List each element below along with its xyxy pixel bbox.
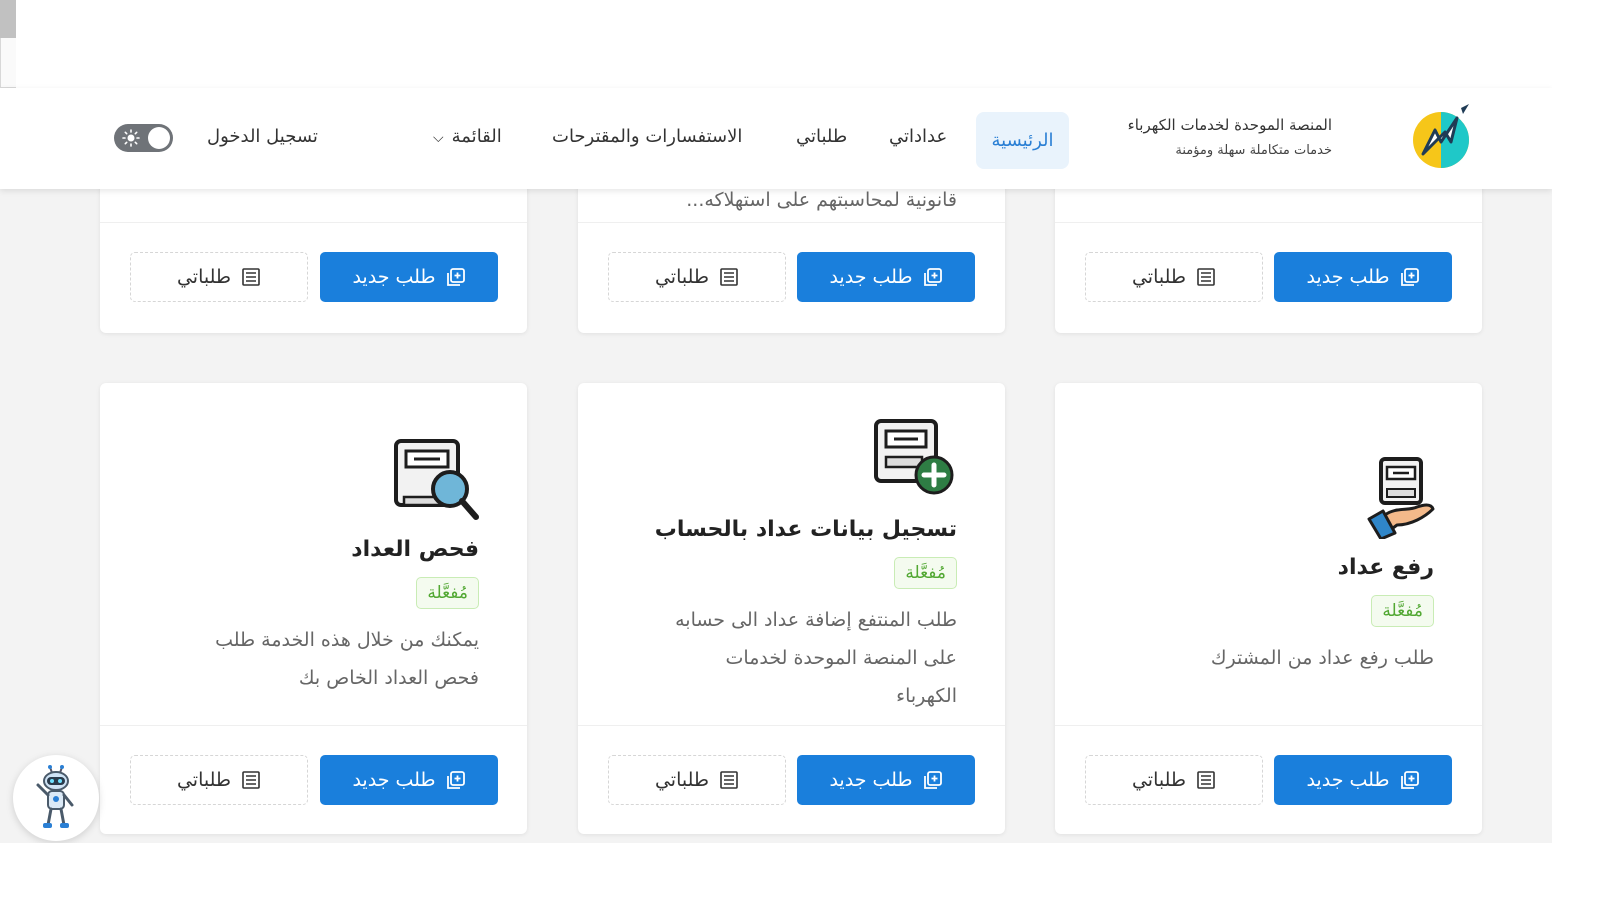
navbar: المنصة الموحدة لخدمات الكهرباء خدمات متك… [0,88,1552,189]
card-title: فحص العداد [351,537,479,562]
status-badge: مُفعَّلة [1371,595,1434,627]
meter-hand-icon [1367,457,1435,539]
list-icon [242,771,260,789]
scrollbar-rail[interactable] [0,38,16,88]
list-icon [720,771,738,789]
nav-requests[interactable]: طلباتي [796,126,847,147]
my-requests-button[interactable]: طلباتي [1085,755,1263,805]
chatbot-button[interactable] [13,755,99,841]
card-title: تسجيل بيانات عداد بالحساب [654,517,957,542]
plus-square-icon [923,268,942,286]
my-requests-button[interactable]: طلباتي [608,252,786,302]
my-requests-button[interactable]: طلباتي [1085,252,1263,302]
list-icon [1197,268,1215,286]
list-icon [242,268,260,286]
meter-search-icon [394,439,479,520]
chevron-down-icon: ⌵ [433,130,444,146]
nav-inquiries[interactable]: الاستفسارات والمقترحات [552,126,742,147]
service-description: طلب المنتفع إضافة عداد الى حسابه على الم… [675,609,957,707]
plus-square-icon [923,771,942,789]
new-request-button[interactable]: طلب جديد [797,252,975,302]
new-request-button[interactable]: طلب جديد [1274,755,1452,805]
lightning-logo-icon[interactable] [1407,102,1475,174]
nav-menu-dropdown[interactable]: القائمة ⌵ [433,126,502,147]
list-icon [720,268,738,286]
top-strip [0,0,1552,88]
scrollbar-thumb[interactable] [0,0,16,38]
service-description: يمكنك من خلال هذه الخدمة طلب فحص العداد … [215,629,479,689]
sun-icon [122,129,140,147]
robot-icon [36,765,74,828]
status-badge: مُفعَّلة [416,577,479,609]
service-card-register-meter: تسجيل بيانات عداد بالحساب مُفعَّلة طلب ا… [578,383,1005,834]
viewport: المنصة الموحدة لخدمات الكهرباء خدمات متك… [0,0,1552,843]
plus-square-icon [446,268,465,286]
plus-square-icon [1400,771,1419,789]
my-requests-button[interactable]: طلباتي [130,252,308,302]
new-request-button[interactable]: طلب جديد [320,252,498,302]
new-request-button[interactable]: طلب جديد [797,755,975,805]
theme-toggle[interactable] [114,124,173,152]
list-icon [1197,771,1215,789]
plus-square-icon [446,771,465,789]
service-description: طلب رفع عداد من المشترك [1210,647,1434,669]
brand-subtitle: خدمات متكاملة سهلة ومؤمنة [1175,143,1332,158]
brand-title: المنصة الموحدة لخدمات الكهرباء [1127,116,1332,134]
toggle-knob [148,127,170,149]
nav-home[interactable]: الرئيسية [976,112,1069,169]
card-title: رفع عداد [1337,555,1434,580]
service-card-meter-inspection: فحص العداد مُفعَّلة يمكنك من خلال هذه ال… [100,383,527,834]
nav-login[interactable]: تسجيل الدخول [207,126,318,147]
plus-square-icon [1400,268,1419,286]
new-request-button[interactable]: طلب جديد [1274,252,1452,302]
status-badge: مُفعَّلة [894,557,957,589]
my-requests-button[interactable]: طلباتي [130,755,308,805]
nav-menu-label: القائمة [451,126,502,147]
meter-add-icon [874,419,954,495]
service-card-meter-removal: رفع عداد مُفعَّلة طلب رفع عداد من المشتر… [1055,383,1482,834]
nav-meters[interactable]: عداداتي [889,126,947,147]
my-requests-button[interactable]: طلباتي [608,755,786,805]
new-request-button[interactable]: طلب جديد [320,755,498,805]
